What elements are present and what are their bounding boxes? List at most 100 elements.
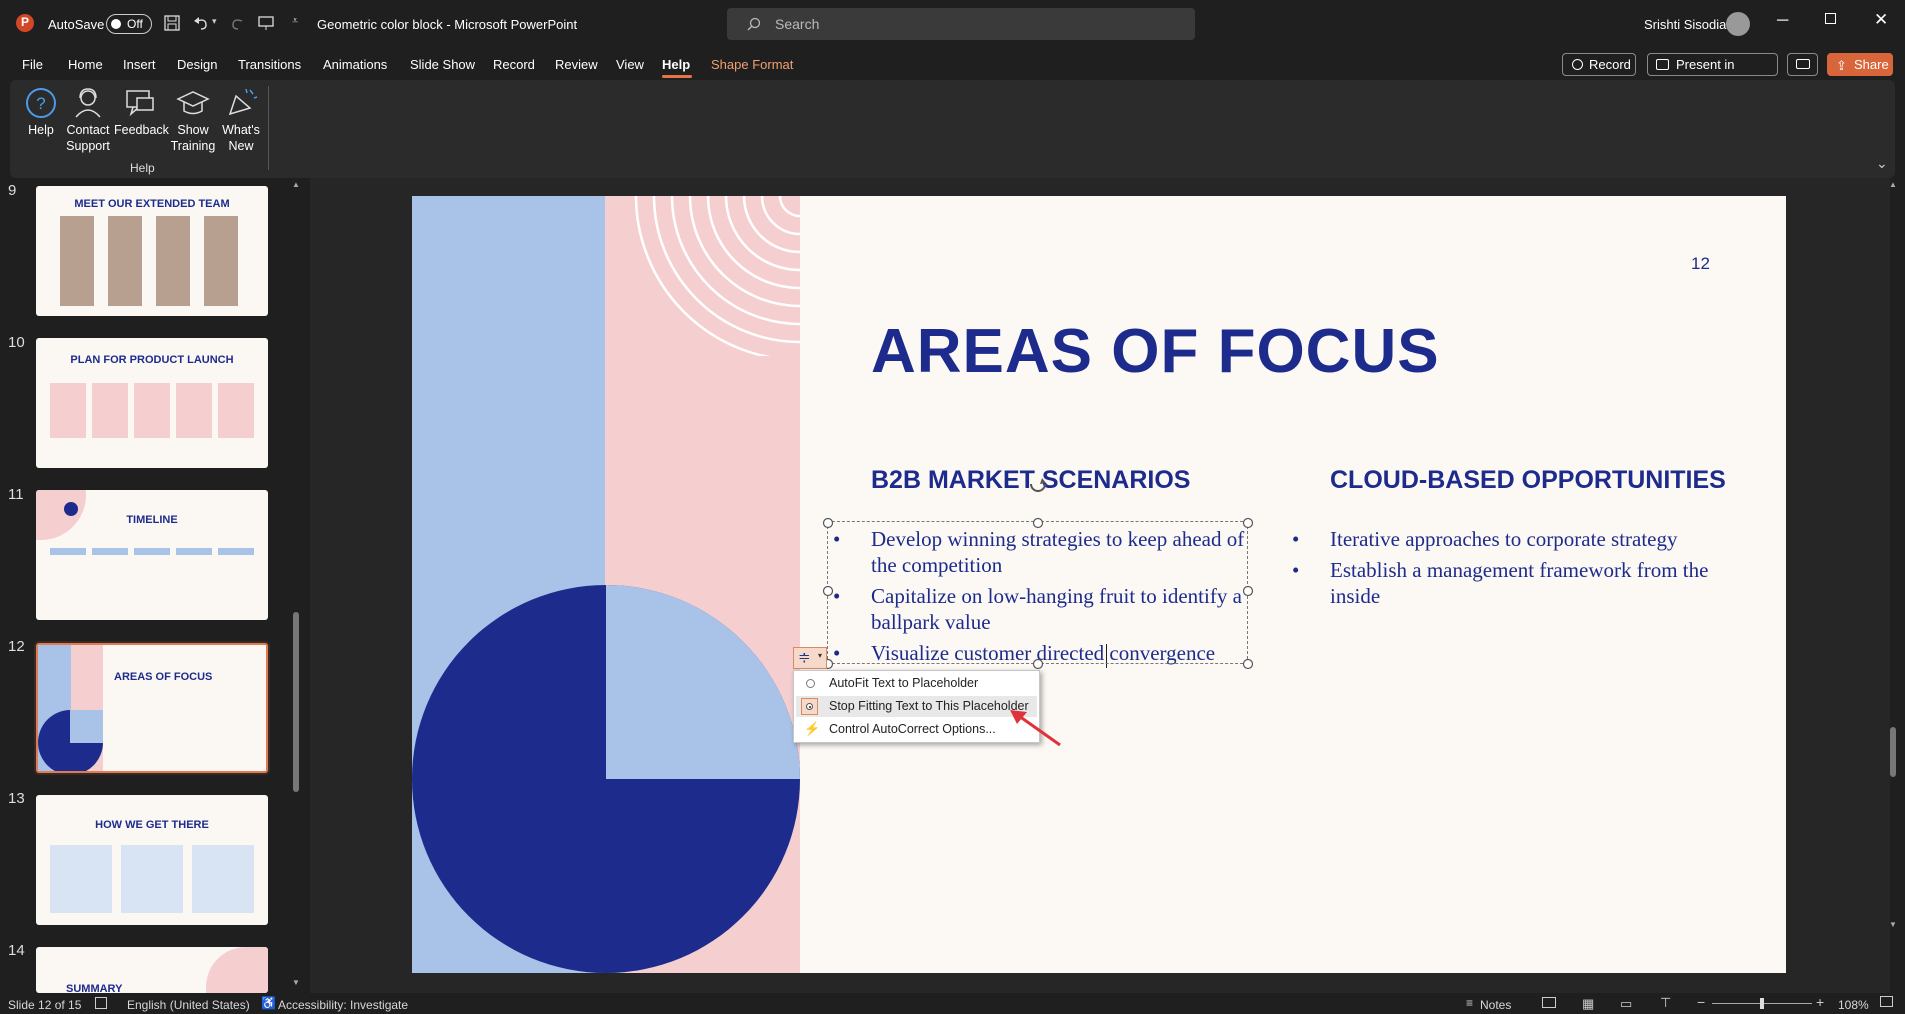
maximize-icon[interactable] bbox=[1825, 13, 1836, 24]
minimize-icon[interactable]: ─ bbox=[1777, 12, 1788, 30]
svg-text:?: ? bbox=[36, 94, 45, 113]
slide-thumbnail-10[interactable]: PLAN FOR PRODUCT LAUNCH bbox=[36, 338, 268, 468]
autofit-options-button[interactable]: ≑ ▾ bbox=[793, 647, 827, 669]
accessibility-icon: ♿ bbox=[261, 996, 276, 1010]
thumb-number: 10 bbox=[8, 334, 25, 351]
menu-item-autocorrect-options[interactable]: ⚡ Control AutoCorrect Options... bbox=[796, 719, 1037, 740]
thumb-title: AREAS OF FOCUS bbox=[114, 671, 213, 683]
undo-icon[interactable] bbox=[193, 15, 209, 31]
avatar[interactable] bbox=[1726, 12, 1750, 36]
red-arrow-annotation bbox=[1010, 710, 1061, 747]
launch-phases-image bbox=[50, 383, 254, 438]
thumb-title: PLAN FOR PRODUCT LAUNCH bbox=[70, 354, 234, 366]
autosave-label: AutoSave bbox=[48, 17, 105, 32]
teams-icon bbox=[1656, 59, 1669, 70]
thumb-decor bbox=[70, 710, 103, 743]
tab-slide-show[interactable]: Slide Show bbox=[410, 57, 475, 72]
accessibility-status[interactable]: Accessibility: Investigate bbox=[278, 998, 408, 1012]
tab-animations[interactable]: Animations bbox=[323, 57, 387, 72]
menu-item-stop-fitting[interactable]: Stop Fitting Text to This Placeholder bbox=[796, 696, 1037, 717]
zoom-level[interactable]: 108% bbox=[1838, 998, 1869, 1012]
slide-thumbnail-11[interactable]: TIMELINE bbox=[36, 490, 268, 620]
thumb-number: 13 bbox=[8, 790, 25, 807]
selection-handles[interactable] bbox=[820, 474, 1256, 672]
tab-design[interactable]: Design bbox=[177, 57, 217, 72]
editor-scrollbar[interactable]: ▲ ▼ bbox=[1886, 180, 1900, 990]
right-bullet-list[interactable]: • Iterative approaches to corporate strat… bbox=[1292, 526, 1720, 609]
zoom-out-icon[interactable]: − bbox=[1697, 994, 1705, 1010]
thumb-number: 9 bbox=[8, 182, 17, 199]
slide-thumbnail-12[interactable]: AREAS OF FOCUS bbox=[36, 643, 268, 773]
search-placeholder: Search bbox=[775, 16, 820, 32]
thumbnail-scroll-thumb[interactable] bbox=[293, 612, 299, 792]
window-title: Geometric color block - Microsoft PowerP… bbox=[317, 17, 578, 32]
radio-selected-icon bbox=[801, 698, 818, 715]
record-icon bbox=[1572, 59, 1583, 70]
close-icon[interactable]: ✕ bbox=[1874, 10, 1888, 30]
notes-button[interactable]: Notes bbox=[1480, 998, 1511, 1012]
slide-thumbnail-13[interactable]: HOW WE GET THERE bbox=[36, 795, 268, 925]
normal-view-icon[interactable] bbox=[1542, 997, 1556, 1008]
thumb-title: MEET OUR EXTENDED TEAM bbox=[74, 198, 230, 210]
menu-item-autofit[interactable]: AutoFit Text to Placeholder bbox=[796, 673, 1037, 694]
ribbon-group-label: Help bbox=[130, 161, 155, 175]
feedback-button[interactable]: Feedback bbox=[114, 86, 169, 138]
redo-icon[interactable] bbox=[230, 15, 246, 31]
chevron-down-icon: ▾ bbox=[818, 651, 823, 660]
show-training-button[interactable]: Show Training bbox=[167, 86, 219, 154]
contact-support-button[interactable]: Contact Support bbox=[62, 86, 114, 154]
save-icon[interactable] bbox=[164, 15, 180, 31]
thumbnail-scrollbar[interactable]: ▲ ▼ bbox=[289, 180, 303, 990]
whats-new-icon bbox=[228, 88, 258, 116]
steps-image bbox=[50, 845, 254, 913]
slide-title[interactable]: AREAS OF FOCUS bbox=[871, 316, 1440, 387]
help-icon: ? bbox=[26, 88, 56, 118]
zoom-in-icon[interactable]: + bbox=[1816, 994, 1824, 1010]
tab-home[interactable]: Home bbox=[68, 57, 103, 72]
menu-item-label: AutoFit Text to Placeholder bbox=[829, 676, 979, 690]
slide-thumbnail-14[interactable]: SUMMARY bbox=[36, 947, 268, 993]
slide-thumbnail-9[interactable]: MEET OUR EXTENDED TEAM bbox=[36, 186, 268, 316]
customize-toolbar-icon[interactable]: ⩡ bbox=[292, 15, 298, 28]
tab-help[interactable]: Help bbox=[662, 57, 690, 72]
slideshow-view-icon[interactable]: ⊤ bbox=[1660, 995, 1671, 1011]
thumb-number: 12 bbox=[8, 638, 25, 655]
share-button[interactable]: ⇪ Share bbox=[1827, 53, 1893, 76]
fit-to-window-icon[interactable] bbox=[1880, 996, 1893, 1007]
collapse-ribbon-icon[interactable]: ⌄ bbox=[1876, 155, 1888, 172]
right-column-heading[interactable]: CLOUD-BASED OPPORTUNITIES bbox=[1330, 466, 1726, 495]
reading-view-icon[interactable]: ▭ bbox=[1620, 996, 1632, 1012]
share-icon: ⇪ bbox=[1836, 58, 1847, 73]
slide-sorter-icon[interactable]: ▦ bbox=[1582, 996, 1594, 1012]
search-box[interactable]: Search bbox=[727, 8, 1195, 40]
tab-record[interactable]: Record bbox=[493, 57, 535, 72]
undo-dropdown-icon[interactable]: ▾ bbox=[212, 16, 217, 27]
language-status[interactable]: English (United States) bbox=[127, 998, 250, 1012]
menu-item-label: Control AutoCorrect Options... bbox=[829, 722, 996, 736]
tab-view[interactable]: View bbox=[616, 57, 644, 72]
radio-icon bbox=[806, 679, 815, 688]
active-tab-indicator bbox=[662, 75, 692, 78]
tab-file[interactable]: File bbox=[22, 57, 43, 72]
help-button[interactable]: ? Help bbox=[15, 86, 67, 138]
editor-scroll-thumb[interactable] bbox=[1890, 727, 1896, 777]
spell-check-icon[interactable] bbox=[95, 997, 107, 1009]
tab-transitions[interactable]: Transitions bbox=[238, 57, 301, 72]
user-name[interactable]: Srishti Sisodia bbox=[1644, 17, 1726, 32]
training-icon bbox=[176, 91, 210, 115]
thumb-title: HOW WE GET THERE bbox=[95, 819, 209, 831]
slide-canvas[interactable]: 12 AREAS OF FOCUS B2B MARKET SCENARIOS C… bbox=[412, 196, 1786, 973]
autofit-context-menu: AutoFit Text to Placeholder Stop Fitting… bbox=[793, 670, 1040, 743]
autosave-toggle[interactable]: Off bbox=[106, 14, 152, 34]
present-from-start-icon[interactable] bbox=[258, 15, 274, 31]
tab-insert[interactable]: Insert bbox=[123, 57, 156, 72]
contact-support-icon bbox=[75, 88, 101, 118]
thumb-title: TIMELINE bbox=[126, 514, 178, 526]
present-in-teams-button[interactable]: Present in Teams bbox=[1647, 53, 1778, 93]
zoom-slider-thumb[interactable] bbox=[1760, 998, 1764, 1009]
tab-review[interactable]: Review bbox=[555, 57, 598, 72]
whats-new-button[interactable]: What's New bbox=[215, 86, 267, 154]
record-button[interactable]: Record bbox=[1562, 53, 1636, 76]
comments-button[interactable] bbox=[1787, 53, 1818, 76]
tab-shape-format[interactable]: Shape Format bbox=[711, 57, 793, 72]
